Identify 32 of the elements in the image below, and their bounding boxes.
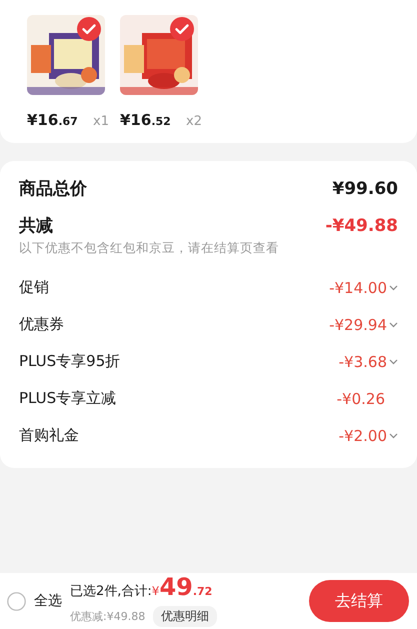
chevron-down-icon[interactable] bbox=[389, 284, 398, 290]
discount-total: -¥49.88 bbox=[325, 216, 398, 236]
discount-note: 以下优惠不包含红包和京豆，请在结算页查看 bbox=[19, 240, 280, 257]
total-price: ¥99.60 bbox=[332, 178, 398, 198]
item-price: ¥16.52 bbox=[120, 111, 171, 129]
discount-amount[interactable]: -¥14.00 bbox=[329, 278, 387, 296]
select-all-checkbox[interactable]: 全选 bbox=[7, 592, 62, 610]
item-quantity: x1 bbox=[93, 114, 109, 129]
discount-label: 共减 bbox=[19, 215, 53, 237]
discount-type: PLUS专享95折 bbox=[19, 352, 120, 371]
radio-icon[interactable] bbox=[7, 592, 26, 610]
chevron-down-icon[interactable] bbox=[389, 322, 398, 328]
chevron-down-icon[interactable] bbox=[389, 432, 398, 438]
discount-details-button[interactable]: 优惠明细 bbox=[153, 606, 218, 627]
check-icon[interactable] bbox=[77, 17, 101, 41]
item-quantity: x2 bbox=[186, 114, 202, 129]
total-amount: ¥49.72 bbox=[152, 575, 212, 603]
discount-type: 首购礼金 bbox=[19, 426, 79, 445]
checkout-button[interactable]: 去结算 bbox=[309, 580, 409, 622]
discount-amount: -¥0.26 bbox=[336, 390, 385, 408]
item-price: ¥16.67 bbox=[27, 111, 78, 129]
discount-type: PLUS专享立减 bbox=[19, 389, 116, 408]
total-label: 商品总价 bbox=[19, 178, 87, 200]
discount-type: 优惠券 bbox=[19, 315, 64, 334]
saved-amount: 优惠减:¥49.88 bbox=[70, 609, 146, 624]
selected-count: 已选2件,合计: bbox=[70, 583, 152, 600]
discount-amount[interactable]: -¥3.68 bbox=[338, 352, 387, 370]
discount-amount[interactable]: -¥2.00 bbox=[338, 426, 387, 444]
discount-type: 促销 bbox=[19, 278, 49, 297]
chevron-down-icon[interactable] bbox=[389, 358, 398, 364]
check-icon[interactable] bbox=[170, 17, 194, 41]
discount-amount[interactable]: -¥29.94 bbox=[329, 316, 387, 334]
